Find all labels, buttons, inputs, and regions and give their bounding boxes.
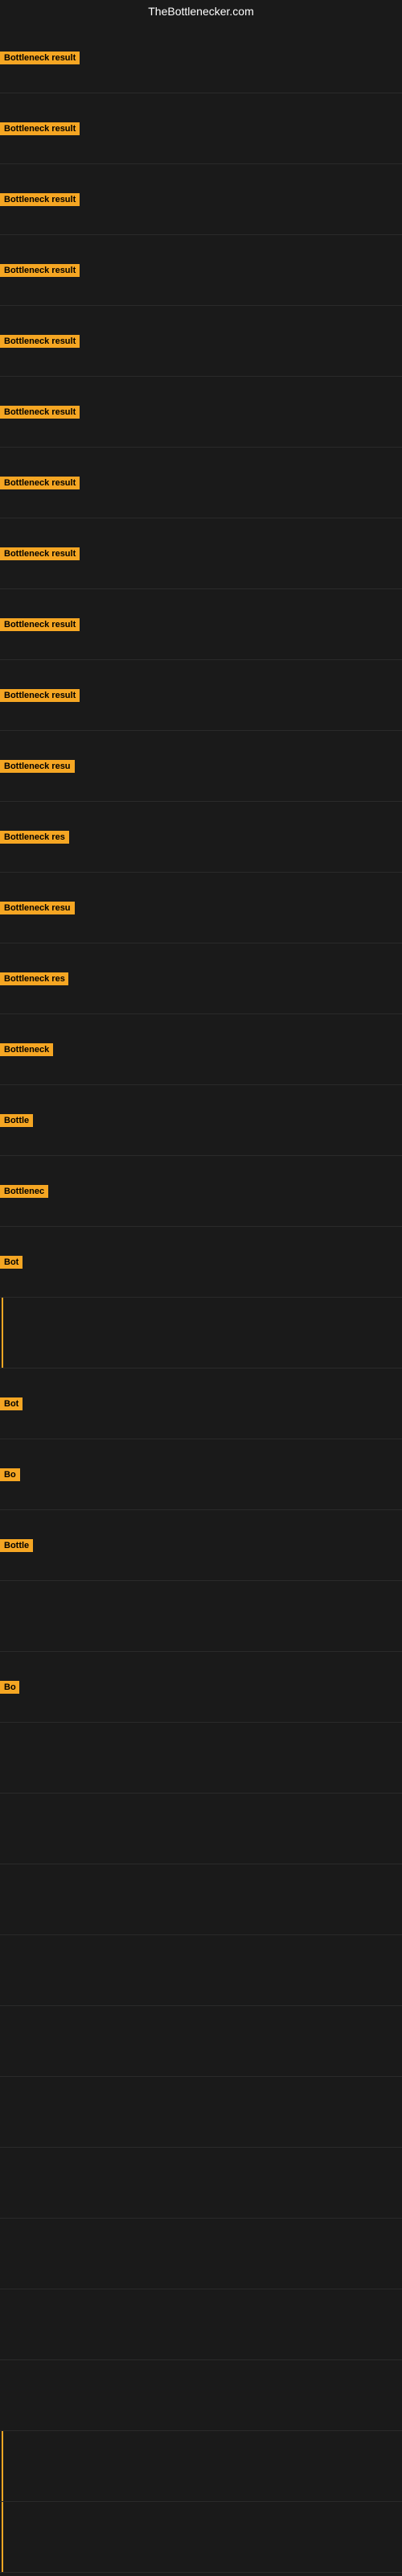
bottleneck-badge: Bo <box>0 1681 19 1694</box>
bottleneck-badge: Bottle <box>0 1114 33 1127</box>
rows-container: Bottleneck result Bottleneck result Bottle… <box>0 23 402 2573</box>
table-row: Bottlenec <box>0 1156 402 1227</box>
table-row: Bottleneck result <box>0 589 402 660</box>
table-row: Bo <box>0 1439 402 1510</box>
table-row: Bottle <box>0 1510 402 1581</box>
table-row: Bottleneck result <box>0 93 402 164</box>
table-row <box>0 2077 402 2148</box>
table-row: Bottleneck result <box>0 235 402 306</box>
bottleneck-badge: Bottleneck res <box>0 831 69 844</box>
vertical-line <box>2 2431 3 2501</box>
table-row: Bot <box>0 1227 402 1298</box>
bottleneck-badge: Bottleneck <box>0 1043 53 1056</box>
table-row: Bottleneck result <box>0 164 402 235</box>
vertical-line <box>2 2502 3 2572</box>
table-row: Bottle <box>0 1085 402 1156</box>
bottleneck-badge: Bottleneck result <box>0 264 80 277</box>
bottleneck-badge: Bottleneck result <box>0 477 80 489</box>
table-row: Bottleneck resu <box>0 873 402 943</box>
bottleneck-badge: Bot <box>0 1256 23 1269</box>
bottleneck-badge: Bottle <box>0 1539 33 1552</box>
table-row <box>0 2148 402 2219</box>
bottleneck-badge: Bottleneck result <box>0 618 80 631</box>
bottleneck-badge: Bottleneck result <box>0 52 80 64</box>
table-row: Bottleneck <box>0 1014 402 1085</box>
table-row <box>0 1581 402 1652</box>
site-title: TheBottlenecker.com <box>0 0 402 23</box>
table-row <box>0 2431 402 2502</box>
table-row <box>0 1935 402 2006</box>
table-row: Bottleneck result <box>0 660 402 731</box>
table-row <box>0 1864 402 1935</box>
table-row <box>0 2219 402 2289</box>
bottleneck-badge: Bottleneck resu <box>0 760 75 773</box>
table-row: Bottleneck res <box>0 943 402 1014</box>
bottleneck-badge: Bottleneck resu <box>0 902 75 914</box>
page-wrapper: TheBottlenecker.com Bottleneck resultBot… <box>0 0 402 2576</box>
vertical-line <box>2 1298 3 1368</box>
table-row: Bot <box>0 1368 402 1439</box>
table-row <box>0 1794 402 1864</box>
table-row <box>0 2289 402 2360</box>
bottleneck-badge: Bottleneck result <box>0 547 80 560</box>
bottleneck-badge: Bottleneck result <box>0 122 80 135</box>
table-row: Bottleneck result <box>0 448 402 518</box>
table-row <box>0 1298 402 1368</box>
bottleneck-badge: Bottleneck result <box>0 406 80 419</box>
bottleneck-badge: Bottleneck result <box>0 689 80 702</box>
table-row <box>0 2360 402 2431</box>
table-row: Bottleneck result <box>0 518 402 589</box>
bottleneck-badge: Bottlenec <box>0 1185 48 1198</box>
bottleneck-badge: Bo <box>0 1468 20 1481</box>
bottleneck-badge: Bot <box>0 1397 23 1410</box>
table-row <box>0 2006 402 2077</box>
table-row <box>0 2502 402 2573</box>
table-row <box>0 1723 402 1794</box>
table-row: Bo <box>0 1652 402 1723</box>
bottleneck-badge: Bottleneck result <box>0 335 80 348</box>
table-row: Bottleneck result <box>0 23 402 93</box>
table-row: Bottleneck result <box>0 306 402 377</box>
table-row: Bottleneck result <box>0 377 402 448</box>
bottleneck-badge: Bottleneck res <box>0 972 68 985</box>
table-row: Bottleneck res <box>0 802 402 873</box>
bottleneck-badge: Bottleneck result <box>0 193 80 206</box>
table-row: Bottleneck resu <box>0 731 402 802</box>
